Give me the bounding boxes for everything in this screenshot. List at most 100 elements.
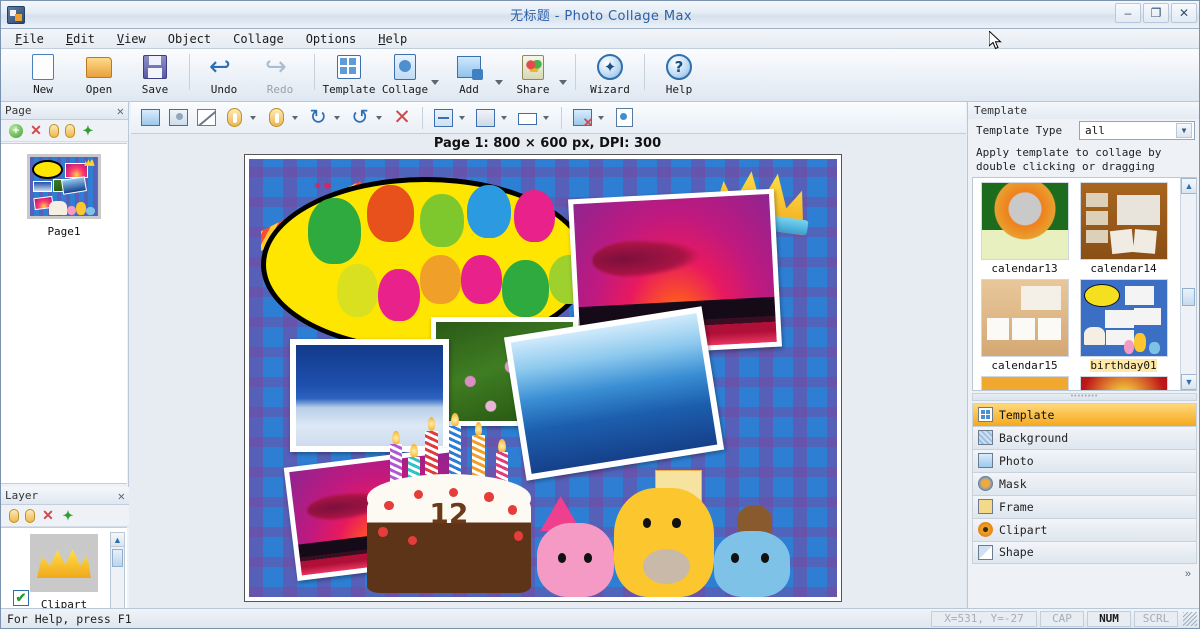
menu-help[interactable]: Help xyxy=(378,32,407,46)
template-thumbnail[interactable] xyxy=(1079,375,1168,390)
toolbar-open[interactable]: Open xyxy=(71,52,127,96)
bring-forward-icon[interactable] xyxy=(221,105,247,131)
bring-forward-caret[interactable] xyxy=(250,115,256,120)
align-caret[interactable] xyxy=(459,115,465,120)
menu-file[interactable]: FFileile xyxy=(15,32,44,46)
template-grid-scrollbar[interactable]: ▲ ▼ xyxy=(1180,177,1196,390)
toolbar-undo[interactable]: ↩ Undo xyxy=(196,52,252,96)
menu-edit[interactable]: Edit xyxy=(66,32,95,46)
menu-view[interactable]: View xyxy=(117,32,146,46)
chevron-down-icon[interactable]: ▼ xyxy=(1176,123,1192,138)
category-template[interactable]: Template xyxy=(972,402,1197,426)
template-thumbnail[interactable] xyxy=(1079,181,1168,260)
layer-scroll-thumb[interactable] xyxy=(112,549,123,567)
category-photo[interactable]: Photo xyxy=(972,448,1197,472)
toolbar-template[interactable]: Template xyxy=(321,52,377,96)
move-page-down-icon[interactable] xyxy=(65,123,75,138)
resize-grip[interactable] xyxy=(1183,611,1197,626)
menu-collage[interactable]: Collage xyxy=(233,32,284,46)
template-item[interactable] xyxy=(977,375,1072,390)
panel-splitter[interactable]: •••••••• xyxy=(972,392,1197,401)
template-thumbnail[interactable] xyxy=(980,181,1069,260)
page-thumbnail-list[interactable]: Page1 xyxy=(1,143,127,484)
collage-dropdown-caret[interactable] xyxy=(431,80,439,85)
fit-size-caret[interactable] xyxy=(543,115,549,120)
template-item[interactable] xyxy=(1076,375,1171,390)
toolbar-save[interactable]: Save xyxy=(127,52,183,96)
move-page-up-icon[interactable] xyxy=(49,123,59,138)
collage-page[interactable]: ✳ ✲ ✦ ⌁ HAPPY xyxy=(244,154,842,602)
toolbar-new[interactable]: New xyxy=(15,52,71,96)
layer-up-icon[interactable] xyxy=(9,508,19,523)
rotate-right-icon[interactable]: ↻ xyxy=(305,105,331,131)
template-item[interactable]: calendar13 xyxy=(977,181,1072,275)
template-grid[interactable]: calendar13 calendar14 calendar15 birthda… xyxy=(972,176,1197,391)
send-backward-icon[interactable] xyxy=(263,105,289,131)
template-item[interactable]: calendar15 xyxy=(977,278,1072,372)
share-dropdown-caret[interactable] xyxy=(559,80,567,85)
category-mask[interactable]: Mask xyxy=(972,471,1197,495)
template-thumbnail[interactable] xyxy=(1079,278,1168,357)
category-frame[interactable]: Frame xyxy=(972,494,1197,518)
canvas-area[interactable]: Page 1: 800 × 600 px, DPI: 300 ✳ ✲ ✦ ⌁ xyxy=(129,134,966,610)
layer-visibility-checkbox[interactable]: ✔ xyxy=(13,590,29,606)
blue-mountain-photo[interactable] xyxy=(503,306,724,481)
rotate-right-caret[interactable] xyxy=(334,115,340,120)
menu-object[interactable]: Object xyxy=(168,32,211,46)
toolbar-share[interactable]: Share xyxy=(505,52,561,96)
maximize-button[interactable]: ❐ xyxy=(1143,3,1169,23)
category-shape[interactable]: Shape xyxy=(972,540,1197,564)
align-center-icon[interactable] xyxy=(430,105,456,131)
delete-object-icon[interactable]: ✕ xyxy=(389,105,415,131)
page-panel-toolbar: + ✕ ✦ xyxy=(1,120,128,142)
add-page-icon[interactable]: + xyxy=(9,123,23,138)
toolbar-help[interactable]: ? Help xyxy=(651,52,707,96)
close-button[interactable]: ✕ xyxy=(1171,3,1197,23)
remove-image-icon[interactable] xyxy=(569,105,595,131)
list-item[interactable]: Clipart ✔ xyxy=(1,528,127,611)
template-thumbnail[interactable] xyxy=(980,375,1069,390)
layer-delete-icon[interactable]: ✕ xyxy=(41,507,55,523)
category-background[interactable]: Background xyxy=(972,425,1197,449)
minimize-button[interactable]: – xyxy=(1115,3,1141,23)
category-clipart[interactable]: Clipart xyxy=(972,517,1197,541)
delete-page-icon[interactable]: ✕ xyxy=(29,122,43,138)
rotate-left-icon[interactable]: ↺ xyxy=(347,105,373,131)
blue-dog-clipart[interactable] xyxy=(713,531,790,597)
layer-panel-close-icon[interactable]: ✕ xyxy=(118,489,125,503)
template-scroll-down-button[interactable]: ▼ xyxy=(1181,373,1196,390)
save-object-icon[interactable] xyxy=(472,105,498,131)
rotate-left-caret[interactable] xyxy=(376,115,382,120)
page-panel-close-icon[interactable]: ✕ xyxy=(117,104,124,118)
remove-image-caret[interactable] xyxy=(598,115,604,120)
template-item[interactable]: birthday01 xyxy=(1076,278,1171,372)
add-dropdown-caret[interactable] xyxy=(495,80,503,85)
toolbar-collage[interactable]: Collage xyxy=(377,52,433,96)
replace-image-icon[interactable] xyxy=(137,105,163,131)
template-thumbnail[interactable] xyxy=(980,278,1069,357)
template-type-select[interactable]: all ▼ xyxy=(1079,121,1195,140)
layer-thumbnail[interactable] xyxy=(30,534,98,592)
toolbar-add[interactable]: Add xyxy=(441,52,497,96)
page-list-item[interactable]: Page1 xyxy=(1,154,127,238)
status-scrl-indicator: SCRL xyxy=(1134,610,1178,627)
collage-canvas[interactable]: ✳ ✲ ✦ ⌁ HAPPY xyxy=(249,159,837,597)
fit-size-icon[interactable] xyxy=(514,105,540,131)
refresh-pages-icon[interactable]: ✦ xyxy=(81,123,95,138)
toolbar-wizard[interactable]: ✦ Wizard xyxy=(582,52,638,96)
template-scroll-thumb[interactable] xyxy=(1182,287,1195,306)
properties-icon[interactable] xyxy=(611,105,637,131)
pink-cat-clipart[interactable] xyxy=(537,522,614,597)
page-thumbnail[interactable] xyxy=(27,154,101,219)
panel-expand-button[interactable]: » xyxy=(972,566,1197,582)
template-item[interactable]: calendar14 xyxy=(1076,181,1171,275)
layer-refresh-icon[interactable]: ✦ xyxy=(61,508,75,523)
send-backward-caret[interactable] xyxy=(292,115,298,120)
layer-scroll-up-button[interactable]: ▲ xyxy=(111,533,124,547)
template-scroll-up-button[interactable]: ▲ xyxy=(1181,177,1196,194)
save-object-caret[interactable] xyxy=(501,115,507,120)
add-person-icon[interactable] xyxy=(165,105,191,131)
no-image-icon[interactable] xyxy=(193,105,219,131)
menu-options[interactable]: Options xyxy=(306,32,357,46)
layer-down-icon[interactable] xyxy=(25,508,35,523)
